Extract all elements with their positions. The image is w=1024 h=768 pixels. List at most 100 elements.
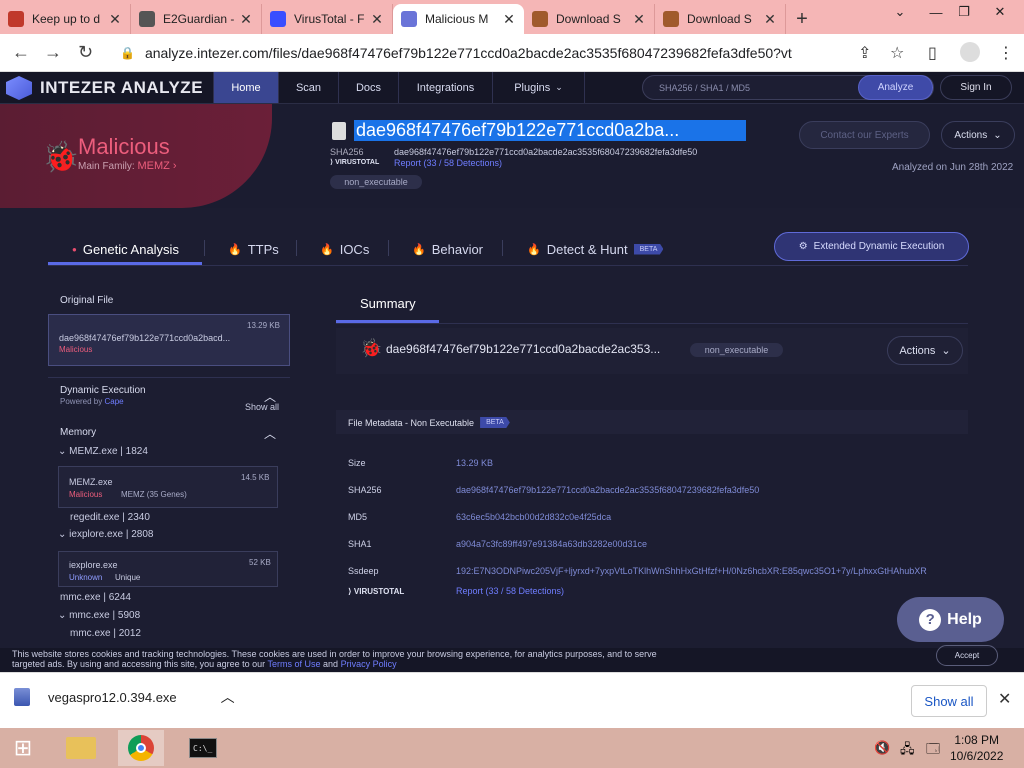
metadata-key: MD5: [348, 512, 368, 522]
intezer-logo[interactable]: INTEZER ANALYZE: [6, 76, 203, 100]
notification-icon[interactable]: 🗔: [926, 740, 940, 762]
browser-tab[interactable]: VirusTotal - F ✕: [262, 4, 393, 34]
tab-search-icon[interactable]: ⌄: [884, 2, 916, 22]
nav-docs[interactable]: Docs: [338, 72, 398, 103]
process-node[interactable]: ⌄ mmc.exe | 5908: [58, 610, 140, 621]
start-button[interactable]: ⊞: [0, 730, 46, 766]
analyze-button[interactable]: Analyze: [858, 75, 933, 100]
tab-ttps-label: TTPs: [247, 241, 279, 257]
back-icon[interactable]: ←: [12, 42, 30, 63]
sha256-value: dae968f47476ef79b122e771ccd0a2bacde2ac35…: [394, 147, 698, 157]
tab-detect-label: Detect & Hunt: [546, 241, 628, 257]
accept-cookies-button[interactable]: Accept: [936, 645, 998, 666]
file-explorer-icon[interactable]: [58, 730, 104, 766]
metadata-key: SHA256: [348, 485, 382, 495]
process-label: mmc.exe | 5908: [69, 610, 141, 621]
browser-tab-strip: Keep up to d ✕ E2Guardian - ✕ VirusTotal - F…: [0, 0, 1024, 34]
process-card[interactable]: iexplore.exe 52 KB Unknown Unique: [58, 551, 278, 587]
beta-badge: BETA: [480, 417, 510, 428]
tab-ttps[interactable]: 🔥 TTPs: [228, 238, 279, 260]
clock[interactable]: 1:08 PM 10/6/2022: [950, 732, 1003, 764]
brand-name: INTEZER ANALYZE: [40, 78, 204, 97]
profile-avatar[interactable]: [960, 42, 980, 62]
file-name: dae968f47476ef79b122e771ccd0a2bacd...: [59, 333, 231, 343]
close-tab-icon[interactable]: ✕: [370, 11, 384, 28]
browser-tab[interactable]: Download S ✕: [655, 4, 786, 34]
download-item[interactable]: vegaspro12.0.394.exe ︿: [14, 687, 235, 707]
browser-tab[interactable]: E2Guardian - ✕: [131, 4, 262, 34]
contact-experts-button[interactable]: Contact our Experts: [799, 121, 930, 149]
url-field[interactable]: 🔒 analyze.intezer.com/files/dae968f47476…: [110, 39, 850, 67]
bookmark-star-icon[interactable]: ☆: [890, 43, 904, 63]
share-icon[interactable]: ⇪: [858, 43, 871, 63]
globe-icon: [139, 11, 155, 27]
tab-genetic-analysis[interactable]: ● Genetic Analysis: [72, 238, 179, 260]
show-all-downloads-button[interactable]: Show all: [911, 685, 987, 717]
metadata-key: Size: [348, 458, 366, 468]
tab-behavior[interactable]: 🔥 Behavior: [412, 238, 483, 260]
process-node[interactable]: mmc.exe | 6244: [60, 592, 131, 603]
process-label: iexplore.exe | 2808: [69, 529, 154, 540]
reload-icon[interactable]: ↻: [78, 42, 93, 63]
summary-actions-button[interactable]: Actions ⌄: [887, 336, 963, 365]
card-verdict: Unknown: [69, 573, 103, 582]
tab-summary[interactable]: Summary: [360, 296, 416, 311]
tab-iocs[interactable]: 🔥 IOCs: [320, 238, 369, 260]
divider: [48, 377, 290, 378]
close-tab-icon[interactable]: ✕: [763, 11, 777, 28]
divider: [296, 240, 297, 256]
cmd-taskbar-icon[interactable]: C:\_: [180, 730, 226, 766]
nav-integrations[interactable]: Integrations: [398, 72, 492, 103]
chevron-up-icon[interactable]: ︿: [221, 687, 235, 707]
cookie-text-part: targeted ads. By using and accessing thi…: [12, 659, 266, 669]
cape-link[interactable]: Cape: [104, 397, 123, 406]
powered-by-label: Powered by: [60, 397, 103, 406]
network-icon[interactable]: 🖧: [900, 740, 915, 762]
nav-home[interactable]: Home: [213, 72, 278, 103]
nav-plugins[interactable]: Plugins ⌄: [492, 72, 585, 103]
restore-button[interactable]: ❐: [948, 2, 980, 22]
process-node[interactable]: mmc.exe | 2012: [70, 628, 141, 639]
process-node[interactable]: ⌄ iexplore.exe | 2808: [58, 529, 154, 540]
nav-scan[interactable]: Scan: [278, 72, 338, 103]
show-all-link[interactable]: Show all: [245, 402, 279, 412]
new-tab-button[interactable]: +: [786, 4, 818, 34]
volume-muted-icon[interactable]: 🔇: [874, 740, 890, 756]
browser-tab[interactable]: Keep up to d ✕: [0, 4, 131, 34]
original-file-card[interactable]: 13.29 KB dae968f47476ef79b122e771ccd0a2b…: [48, 314, 290, 366]
metadata-title-text: File Metadata - Non Executable: [348, 417, 475, 428]
process-card[interactable]: MEMZ.exe 14.5 KB Malicious MEMZ (35 Gene…: [58, 466, 278, 508]
forward-icon[interactable]: →: [44, 42, 62, 63]
privacy-link[interactable]: Privacy Policy: [341, 659, 397, 669]
close-tab-icon[interactable]: ✕: [632, 11, 646, 28]
vt-report-link[interactable]: Report (33 / 58 Detections): [394, 158, 502, 168]
verdict-panel: 🐞 Malicious Main Family: MEMZ ›: [0, 104, 272, 208]
vt-report-link[interactable]: Report (33 / 58 Detections): [456, 586, 564, 596]
sign-in-button[interactable]: Sign In: [940, 75, 1012, 100]
family-link[interactable]: MEMZ: [137, 160, 169, 172]
chevron-up-icon[interactable]: ︿: [264, 425, 276, 442]
tab-behavior-label: Behavior: [431, 241, 484, 257]
tab-detect-hunt[interactable]: 🔥 Detect & Hunt BETA: [527, 238, 664, 260]
extended-dynamic-execution-button[interactable]: ⚙ Extended Dynamic Execution: [774, 232, 969, 261]
browser-tab[interactable]: Malicious M ✕: [393, 4, 524, 34]
metadata-key: Ssdeep: [348, 566, 379, 576]
close-window-button[interactable]: ✕: [984, 2, 1016, 22]
metadata-title: File Metadata - Non Executable BETA: [348, 417, 510, 428]
sidebar-toggle-icon[interactable]: ▯: [928, 43, 937, 63]
close-icon[interactable]: ✕: [998, 689, 1011, 709]
help-button[interactable]: ? Help: [897, 597, 1004, 642]
menu-kebab-icon[interactable]: ⋮: [998, 43, 1014, 63]
card-name: iexplore.exe: [69, 560, 118, 570]
address-bar-row: ← → ↻ 🔒 analyze.intezer.com/files/dae968…: [0, 34, 1024, 72]
terms-link[interactable]: Terms of Use: [268, 659, 321, 669]
close-tab-icon[interactable]: ✕: [502, 11, 516, 28]
process-node[interactable]: regedit.exe | 2340: [70, 512, 150, 523]
process-node[interactable]: ⌄ MEMZ.exe | 1824: [58, 446, 148, 457]
chrome-taskbar-icon[interactable]: [118, 730, 164, 766]
close-tab-icon[interactable]: ✕: [239, 11, 253, 28]
close-tab-icon[interactable]: ✕: [108, 11, 122, 28]
header-actions-button[interactable]: Actions ⌄: [941, 121, 1015, 149]
browser-tab[interactable]: Download S ✕: [524, 4, 655, 34]
chevron-down-icon: ⌄: [993, 129, 1002, 141]
